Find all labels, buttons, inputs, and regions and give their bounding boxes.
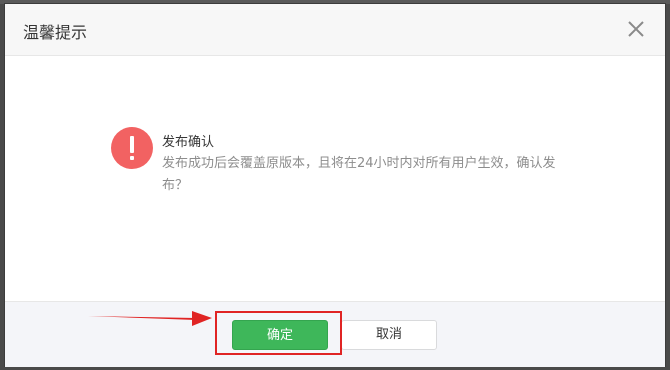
confirm-button[interactable]: 确定 <box>232 320 328 350</box>
publish-confirm-dialog: 温馨提示 发布确认 发布成功后会覆盖原版本，且将在24小时内对所有用户生效，确认… <box>5 4 665 367</box>
dialog-body: 发布确认 发布成功后会覆盖原版本，且将在24小时内对所有用户生效，确认发布？ <box>5 56 665 301</box>
dialog-footer: 确定 取消 <box>5 301 665 367</box>
message-title: 发布确认 <box>162 135 215 150</box>
dialog-header: 温馨提示 <box>5 4 665 56</box>
message-description: 发布成功后会覆盖原版本，且将在24小时内对所有用户生效，确认发布？ <box>162 156 556 193</box>
cancel-button[interactable]: 取消 <box>341 320 437 350</box>
close-icon[interactable] <box>627 20 645 38</box>
exclamation-icon <box>111 127 153 169</box>
dialog-title: 温馨提示 <box>23 23 88 42</box>
